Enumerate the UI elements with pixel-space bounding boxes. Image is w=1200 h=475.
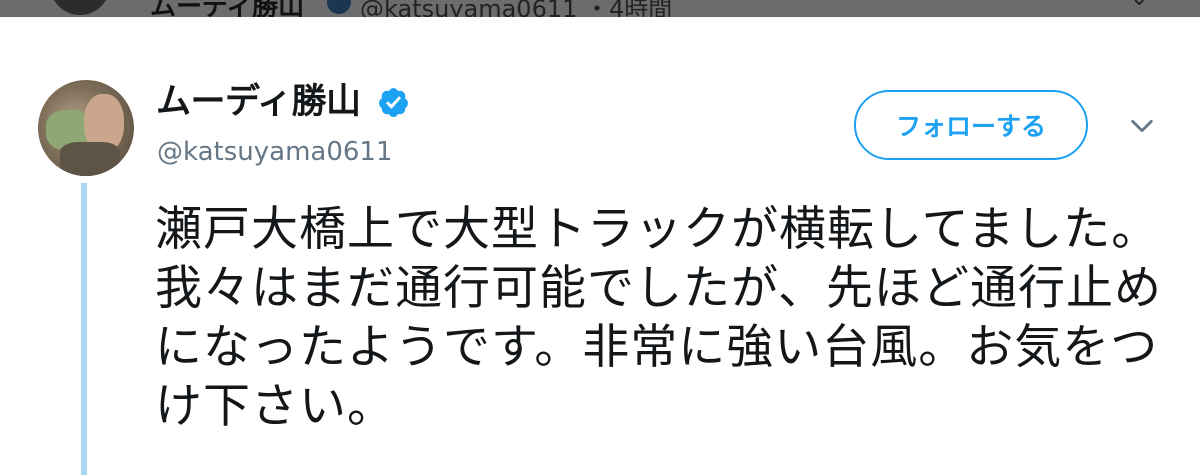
chevron-down-icon[interactable] (1128, 112, 1156, 140)
avatar[interactable] (38, 80, 134, 176)
previous-avatar[interactable] (50, 0, 110, 15)
previous-tweet-header: ムーディ勝山 @katsuyama0611 ・4時間 ⌄ (0, 0, 1200, 17)
verified-icon (379, 88, 408, 117)
verified-icon (327, 0, 351, 14)
previous-author-name[interactable]: ムーディ勝山 (150, 0, 304, 17)
previous-author-handle[interactable]: @katsuyama0611 ・4時間 (360, 0, 672, 17)
chevron-down-icon[interactable]: ⌄ (1130, 0, 1148, 11)
thread-line (81, 183, 87, 475)
author-name[interactable]: ムーディ勝山 (156, 82, 361, 122)
author-handle[interactable]: @katsuyama0611 (157, 137, 393, 167)
follow-button[interactable]: フォローする (854, 90, 1088, 160)
tweet-text: 瀬戸大橋上で大型トラックが横転してました。我々はまだ通行可能でしたが、先ほど通行… (155, 202, 1163, 434)
